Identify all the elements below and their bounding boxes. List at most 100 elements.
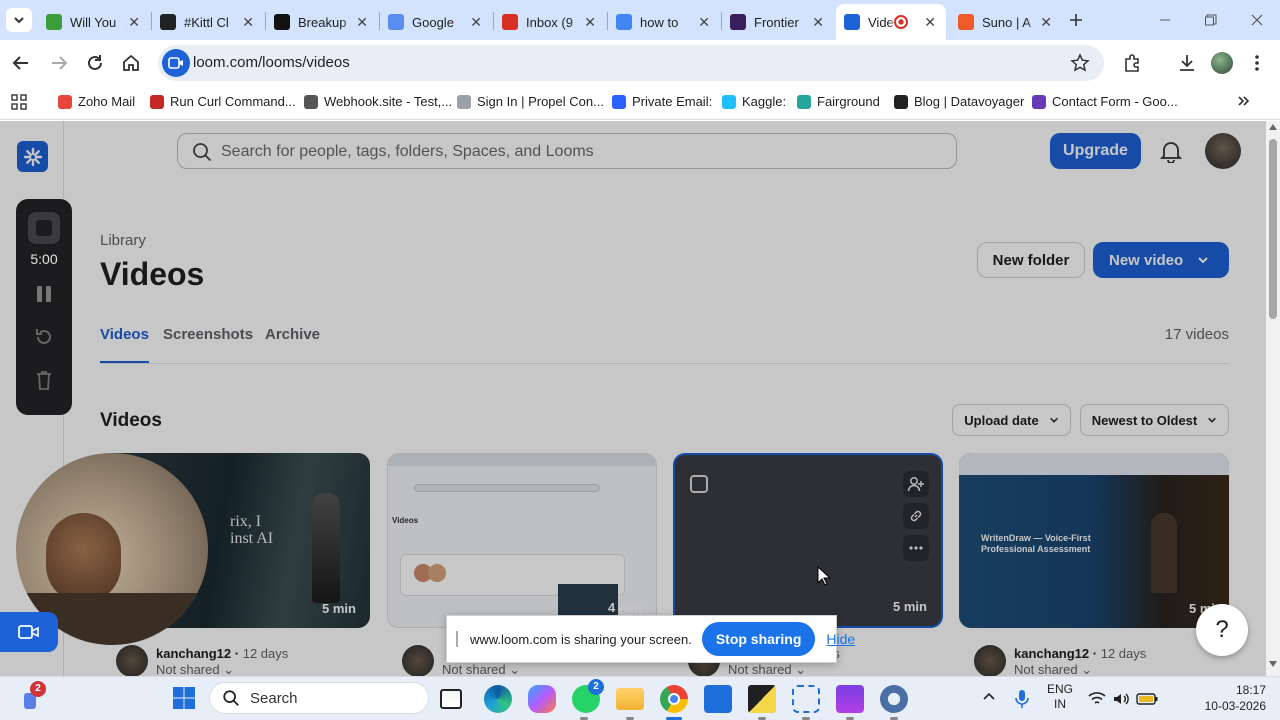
settings-gear-icon[interactable] [880, 685, 908, 713]
minimize-window-button[interactable] [1150, 12, 1180, 28]
owner-avatar[interactable] [116, 645, 148, 676]
bookmark-item[interactable]: Run Curl Command... [150, 94, 296, 109]
search-bar[interactable]: Search for people, tags, folders, Spaces… [177, 133, 957, 169]
video-card-selected[interactable]: 5 min [673, 453, 943, 628]
bookmark-item[interactable]: Contact Form - Goo... [1032, 94, 1178, 109]
profile-avatar[interactable] [1211, 52, 1233, 74]
bookmark-item[interactable]: Blog | Datavoyager [894, 94, 1024, 109]
taskbar-search[interactable]: Search [209, 682, 429, 714]
owner-name[interactable]: kanchang12 [1014, 646, 1089, 661]
copy-link-button[interactable] [903, 503, 929, 529]
tab-close-icon[interactable]: ✕ [470, 14, 482, 31]
browser-tab[interactable]: #Kittl Cl ✕ [152, 4, 264, 40]
start-button[interactable] [172, 686, 198, 712]
extensions-button[interactable] [1122, 52, 1146, 76]
browser-tab[interactable]: Google ✕ [380, 4, 492, 40]
address-bar[interactable]: loom.com/looms/videos [158, 45, 1104, 81]
browser-tab[interactable]: Inbox (9 ✕ [494, 4, 606, 40]
bookmark-item[interactable]: Fairground [797, 94, 880, 109]
share-video-button[interactable] [903, 471, 929, 497]
restart-recording-button[interactable] [33, 326, 55, 348]
quick-settings-button[interactable] [1088, 687, 1162, 711]
scroll-up-arrow[interactable] [1269, 124, 1277, 130]
tab-close-icon[interactable]: ✕ [356, 14, 368, 31]
more-options-button[interactable] [903, 535, 929, 561]
select-checkbox[interactable] [690, 475, 708, 493]
microphone-icon[interactable] [1014, 688, 1030, 710]
new-tab-button[interactable] [1064, 8, 1088, 32]
snipping-tool-icon[interactable] [792, 685, 820, 713]
show-hidden-icons-button[interactable] [981, 689, 999, 707]
browser-tab[interactable]: Breakup ✕ [266, 4, 378, 40]
scroll-down-arrow[interactable] [1269, 661, 1277, 667]
whatsapp-icon[interactable]: 2 [572, 679, 604, 713]
tab-archive[interactable]: Archive [265, 326, 320, 343]
bookmark-item[interactable]: Private Email: [612, 94, 712, 109]
tab-close-icon[interactable]: ✕ [1040, 14, 1052, 31]
bookmarks-overflow-button[interactable] [1236, 94, 1252, 112]
video-card[interactable]: WritenDraw — Voice-First Professional As… [959, 453, 1229, 628]
bookmark-item[interactable]: Kaggle: [722, 94, 786, 109]
home-button[interactable] [120, 52, 144, 74]
camera-toggle-button[interactable] [0, 612, 58, 652]
tab-close-icon[interactable]: ✕ [812, 14, 824, 31]
help-button[interactable]: ? [1196, 604, 1248, 656]
tab-active[interactable]: Vide ✕ [836, 4, 946, 40]
owner-avatar[interactable] [402, 645, 434, 676]
sort-order-dropdown[interactable]: Newest to Oldest [1080, 404, 1229, 436]
sticky-notes-icon[interactable] [748, 685, 776, 713]
pause-recording-button[interactable] [34, 284, 54, 304]
input-language-indicator[interactable]: ENG IN [1044, 682, 1076, 712]
owner-name[interactable]: kanchang12 [156, 646, 231, 661]
new-folder-button[interactable]: New folder [977, 242, 1085, 278]
chrome-icon[interactable] [660, 685, 688, 713]
apps-grid-button[interactable] [11, 94, 29, 112]
drag-handle-icon[interactable] [456, 631, 458, 647]
upgrade-button[interactable]: Upgrade [1050, 133, 1141, 169]
loom-logo[interactable] [17, 141, 48, 172]
sort-field-dropdown[interactable]: Upload date [952, 404, 1071, 436]
reload-button[interactable] [84, 52, 108, 74]
app-stack-icon[interactable] [836, 685, 864, 713]
tab-search-button[interactable] [6, 8, 32, 32]
tab-screenshots[interactable]: Screenshots [163, 326, 253, 343]
tab-close-icon[interactable]: ✕ [584, 14, 596, 31]
tab-close-icon[interactable]: ✕ [128, 14, 140, 31]
restore-window-button[interactable] [1196, 12, 1226, 28]
delete-recording-button[interactable] [34, 369, 54, 391]
tab-close-icon[interactable]: ✕ [242, 14, 254, 31]
new-video-button[interactable]: New video [1093, 242, 1229, 278]
share-status[interactable]: Not shared ⌄ [156, 662, 234, 676]
forward-button[interactable] [48, 52, 72, 74]
site-info-icon[interactable] [162, 49, 190, 77]
downloads-button[interactable] [1176, 52, 1200, 76]
stop-recording-button[interactable] [28, 212, 60, 244]
bookmark-star-button[interactable] [1070, 53, 1092, 75]
share-status[interactable]: Not shared ⌄ [442, 662, 520, 676]
share-status[interactable]: Not shared ⌄ [1014, 662, 1092, 676]
bookmark-item[interactable]: Zoho Mail [58, 94, 135, 109]
user-avatar[interactable] [1205, 133, 1241, 169]
hide-button[interactable]: Hide [826, 631, 855, 647]
browser-menu-button[interactable] [1250, 52, 1264, 74]
tab-close-icon[interactable]: ✕ [924, 14, 936, 31]
edge-icon[interactable] [484, 685, 512, 713]
file-explorer-icon[interactable] [616, 688, 644, 710]
video-card[interactable]: Videos 4 min [387, 453, 657, 628]
microsoft-store-icon[interactable] [704, 685, 732, 713]
breadcrumb[interactable]: Library [100, 232, 146, 249]
owner-avatar[interactable] [974, 645, 1006, 676]
browser-tab[interactable]: how to ✕ [608, 4, 720, 40]
clock[interactable]: 18:17 10-03-2026 [1170, 682, 1266, 714]
close-window-button[interactable] [1242, 12, 1272, 28]
page-scrollbar[interactable] [1266, 121, 1280, 676]
tab-close-icon[interactable]: ✕ [698, 14, 710, 31]
bookmark-item[interactable]: Webhook.site - Test,... [304, 94, 452, 109]
browser-tab[interactable]: Suno | A ✕ [950, 4, 1062, 40]
task-view-icon[interactable] [440, 689, 462, 709]
scrollbar-thumb[interactable] [1269, 139, 1277, 319]
notifications-button[interactable] [1159, 139, 1184, 164]
copilot-icon[interactable] [528, 685, 556, 713]
bookmark-item[interactable]: Sign In | Propel Con... [457, 94, 604, 109]
tab-videos[interactable]: Videos [100, 326, 149, 364]
